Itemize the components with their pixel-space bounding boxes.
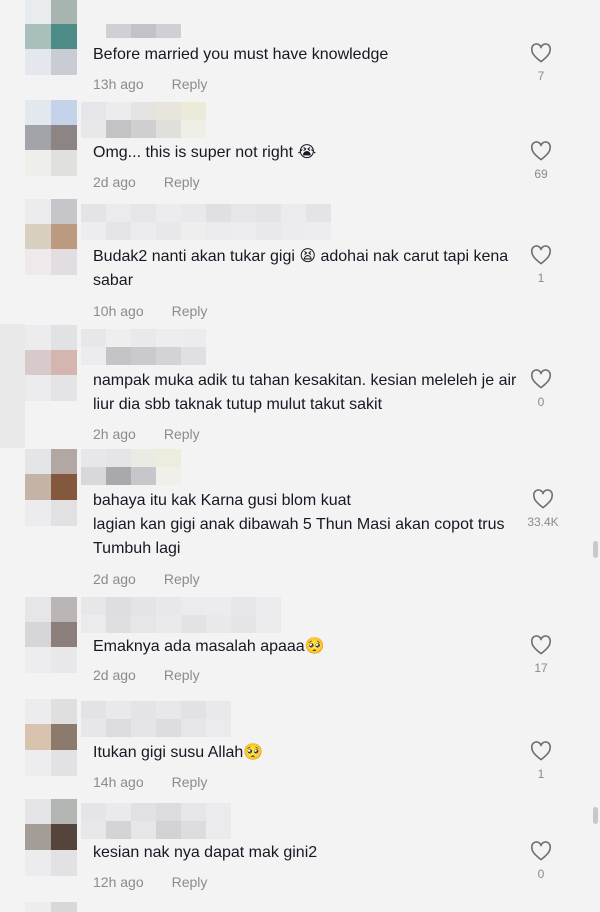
- comment-time: 2d ago: [93, 174, 136, 190]
- reply-button[interactable]: Reply: [172, 76, 208, 92]
- username-blur[interactable]: [81, 803, 231, 839]
- comment-time: 2d ago: [93, 667, 136, 683]
- avatar[interactable]: [25, 325, 77, 401]
- heart-outline-icon: [530, 841, 552, 861]
- username-blur[interactable]: [81, 24, 181, 38]
- like-button[interactable]: 1: [528, 245, 554, 285]
- comment-meta: 2d ago Reply: [93, 571, 200, 587]
- comment-time: 2h ago: [93, 426, 136, 442]
- comment-time: 13h ago: [93, 76, 144, 92]
- avatar[interactable]: [25, 799, 77, 876]
- like-button[interactable]: 33.4K: [525, 489, 561, 529]
- username-blur[interactable]: [81, 597, 281, 633]
- comment-meta: 10h ago Reply: [93, 303, 207, 319]
- username-blur[interactable]: [81, 204, 331, 240]
- username-blur[interactable]: [81, 449, 181, 485]
- reply-button[interactable]: Reply: [172, 774, 208, 790]
- like-button[interactable]: 0: [528, 841, 554, 881]
- like-count: 7: [537, 69, 545, 83]
- reply-button[interactable]: Reply: [164, 667, 200, 683]
- reply-button[interactable]: Reply: [164, 426, 200, 442]
- comment-text: Emaknya ada masalah apaaa🥺: [93, 638, 325, 655]
- heart-outline-icon: [530, 635, 552, 655]
- avatar[interactable]: [25, 699, 77, 776]
- comment-meta: 12h ago Reply: [93, 874, 207, 890]
- comment-time: 12h ago: [93, 874, 144, 890]
- comment-meta: 2h ago Reply: [93, 426, 200, 442]
- like-count: 0: [537, 867, 545, 881]
- scrollbar-thumb[interactable]: [593, 541, 598, 558]
- like-count: 1: [537, 767, 545, 781]
- comment-text: kesian nak nya dapat mak gini2: [93, 844, 318, 861]
- comment-text: Omg... this is super not right 😭: [93, 144, 317, 161]
- username-blur[interactable]: [81, 329, 206, 365]
- avatar[interactable]: [25, 0, 77, 75]
- heart-outline-icon: [530, 43, 552, 63]
- reply-button[interactable]: Reply: [164, 571, 200, 587]
- avatar[interactable]: [25, 449, 77, 526]
- like-count: 1: [537, 271, 545, 285]
- reply-button[interactable]: Reply: [164, 174, 200, 190]
- comment-text: Budak2 nanti akan tukar gigi 😫 adohai na…: [93, 248, 509, 289]
- like-count: 69: [534, 167, 548, 181]
- like-button[interactable]: 0: [528, 369, 554, 409]
- heart-outline-icon: [530, 369, 552, 389]
- comment-time: 10h ago: [93, 303, 144, 319]
- like-button[interactable]: 69: [528, 141, 554, 181]
- like-count: 0: [537, 395, 545, 409]
- heart-outline-icon: [530, 741, 552, 761]
- like-button[interactable]: 17: [528, 635, 554, 675]
- scrollbar-thumb[interactable]: [593, 807, 598, 824]
- comment-meta: 2d ago Reply: [93, 174, 200, 190]
- username-blur[interactable]: [81, 102, 206, 138]
- like-count: 17: [534, 661, 548, 675]
- avatar-blur-strip: [0, 324, 25, 448]
- comment-text: bahaya itu kak Karna gusi blom kuat lagi…: [93, 492, 505, 557]
- comment-meta: 13h ago Reply: [93, 76, 207, 92]
- reply-button[interactable]: Reply: [172, 874, 208, 890]
- like-button[interactable]: 7: [528, 43, 554, 83]
- username-blur[interactable]: [81, 701, 231, 737]
- avatar[interactable]: [25, 199, 77, 275]
- heart-outline-icon: [530, 141, 552, 161]
- comment-time: 2d ago: [93, 571, 136, 587]
- comment-meta: 2d ago Reply: [93, 667, 200, 683]
- comment-text: Itukan gigi susu Allah🥺: [93, 744, 264, 761]
- comment-time: 14h ago: [93, 774, 144, 790]
- like-button[interactable]: 1: [528, 741, 554, 781]
- reply-button[interactable]: Reply: [172, 303, 208, 319]
- comment-meta: 14h ago Reply: [93, 774, 207, 790]
- heart-outline-icon: [532, 489, 554, 509]
- comment-text: nampak muka adik tu tahan kesakitan. kes…: [93, 372, 517, 413]
- avatar[interactable]: [25, 597, 77, 673]
- heart-outline-icon: [530, 245, 552, 265]
- like-count: 33.4K: [527, 515, 559, 529]
- avatar[interactable]: [25, 100, 77, 176]
- avatar[interactable]: [25, 902, 77, 912]
- comment-text: Before married you must have knowledge: [93, 46, 389, 63]
